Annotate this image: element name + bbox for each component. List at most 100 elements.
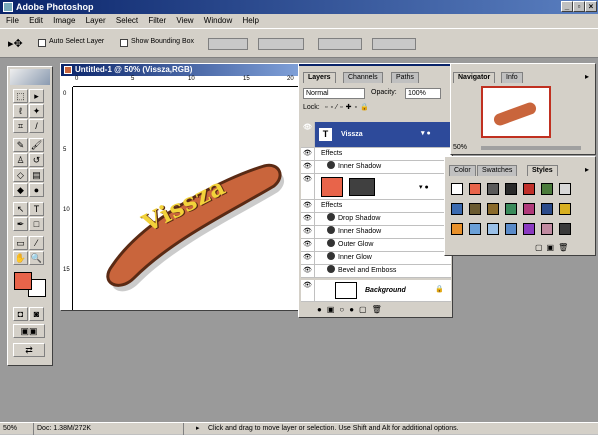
tab-styles[interactable]: Styles: [527, 165, 558, 176]
standard-mode-icon[interactable]: ◘: [13, 307, 28, 321]
eyedropper-tool-icon[interactable]: ⁄: [29, 236, 44, 250]
quickmask-mode-icon[interactable]: ◙: [29, 307, 44, 321]
eye-icon[interactable]: 👁: [301, 213, 315, 225]
move-tool-icon[interactable]: ▸: [29, 89, 44, 103]
menu-filter[interactable]: Filter: [148, 16, 166, 25]
dodge-tool-icon[interactable]: ●: [29, 183, 44, 197]
effect-row[interactable]: 👁 Inner Shadow: [301, 161, 451, 174]
magic-wand-tool-icon[interactable]: ✦: [29, 104, 44, 118]
menu-file[interactable]: File: [6, 16, 19, 25]
style-swatch[interactable]: [541, 203, 553, 215]
type-tool-icon[interactable]: T: [29, 202, 44, 216]
blur-tool-icon[interactable]: ◆: [13, 183, 28, 197]
minimize-button[interactable]: _: [561, 1, 573, 12]
style-swatch[interactable]: [559, 223, 571, 235]
style-swatch[interactable]: [469, 203, 481, 215]
align-top-buttons[interactable]: [208, 38, 248, 50]
style-swatch[interactable]: [523, 223, 535, 235]
style-swatch[interactable]: [541, 223, 553, 235]
tab-navigator[interactable]: Navigator: [453, 72, 496, 83]
menu-view[interactable]: View: [176, 16, 193, 25]
eye-icon[interactable]: 👁: [301, 200, 315, 212]
eye-icon[interactable]: 👁: [301, 280, 315, 301]
bounding-box-checkbox[interactable]: [120, 39, 128, 47]
opacity-field[interactable]: 100%: [405, 88, 441, 99]
eye-icon[interactable]: 👁: [301, 226, 315, 238]
style-swatch[interactable]: [487, 223, 499, 235]
eraser-tool-icon[interactable]: ◇: [13, 168, 28, 182]
path-select-tool-icon[interactable]: ↖: [13, 202, 28, 216]
layer-background[interactable]: 👁 Background 🔒: [301, 280, 451, 302]
tab-layers[interactable]: Layers: [303, 72, 336, 83]
tab-channels[interactable]: Channels: [343, 72, 383, 83]
zoom-slider[interactable]: [481, 146, 581, 150]
style-swatch[interactable]: [487, 183, 499, 195]
slice-tool-icon[interactable]: /: [29, 119, 44, 133]
layer-vissza[interactable]: 👁 T Vissza ▾ ●: [301, 122, 451, 148]
pen-tool-icon[interactable]: ✒: [13, 217, 28, 231]
gradient-tool-icon[interactable]: ▤: [29, 168, 44, 182]
effects-toggle-icon[interactable]: ▾ ●: [421, 128, 431, 140]
menu-layer[interactable]: Layer: [86, 16, 106, 25]
menu-help[interactable]: Help: [242, 16, 258, 25]
auto-select-checkbox[interactable]: [38, 39, 46, 47]
style-swatch[interactable]: [505, 183, 517, 195]
effect-row[interactable]: 👁 Inner Shadow: [301, 226, 451, 239]
brush-tool-icon[interactable]: 🖌: [29, 138, 44, 152]
imageready-jump-icon[interactable]: ⇄: [13, 343, 45, 357]
align-center-buttons[interactable]: [258, 38, 304, 50]
tab-info[interactable]: Info: [501, 72, 523, 83]
style-swatch[interactable]: [451, 203, 463, 215]
lasso-tool-icon[interactable]: ℓ: [13, 104, 28, 118]
style-swatch[interactable]: [451, 223, 463, 235]
eye-icon[interactable]: 👁: [301, 265, 315, 277]
style-swatch[interactable]: [469, 223, 481, 235]
eye-icon[interactable]: 👁: [301, 122, 315, 147]
distribute-buttons[interactable]: [372, 38, 416, 50]
screen-mode-icon[interactable]: ▣▣: [13, 324, 45, 338]
zoom-tool-icon[interactable]: 🔍: [29, 251, 44, 265]
effect-row[interactable]: 👁 Inner Glow: [301, 252, 451, 265]
healing-tool-icon[interactable]: ✎: [13, 138, 28, 152]
styles-footer-buttons[interactable]: ▢▣🗑: [535, 243, 572, 252]
status-doc-size[interactable]: Doc: 1.38M/272K: [34, 423, 184, 435]
panel-menu-icon[interactable]: ▸: [585, 165, 589, 174]
close-button[interactable]: ×: [585, 1, 597, 12]
style-swatch[interactable]: [541, 183, 553, 195]
align-bottom-buttons[interactable]: [318, 38, 362, 50]
layers-footer-buttons[interactable]: ●▣○●▢🗑: [317, 305, 387, 314]
menu-window[interactable]: Window: [204, 16, 232, 25]
style-swatch[interactable]: [505, 203, 517, 215]
style-swatch[interactable]: [487, 203, 499, 215]
navigator-preview[interactable]: [481, 86, 551, 138]
effect-row[interactable]: 👁 Bevel and Emboss: [301, 265, 451, 278]
effects-toggle-icon[interactable]: ▾ ●: [419, 182, 429, 194]
menu-select[interactable]: Select: [116, 16, 138, 25]
effect-row[interactable]: 👁 Drop Shadow: [301, 213, 451, 226]
tab-paths[interactable]: Paths: [391, 72, 419, 83]
menu-image[interactable]: Image: [53, 16, 75, 25]
crop-tool-icon[interactable]: ⌗: [13, 119, 28, 133]
style-swatch[interactable]: [523, 203, 535, 215]
layer-shape[interactable]: 👁 ▾ ●: [301, 174, 451, 200]
menu-edit[interactable]: Edit: [29, 16, 43, 25]
style-swatch[interactable]: [469, 183, 481, 195]
eye-icon[interactable]: 👁: [301, 239, 315, 251]
effect-row[interactable]: 👁 Outer Glow: [301, 239, 451, 252]
blend-mode-select[interactable]: Normal: [303, 88, 365, 99]
panel-menu-icon[interactable]: ▸: [585, 72, 589, 81]
navigator-zoom[interactable]: 50%: [453, 144, 467, 151]
style-swatch[interactable]: [559, 183, 571, 195]
eye-icon[interactable]: 👁: [301, 252, 315, 264]
tab-swatches[interactable]: Swatches: [477, 165, 518, 176]
style-swatch[interactable]: [505, 223, 517, 235]
style-swatch[interactable]: [451, 183, 463, 195]
marquee-tool-icon[interactable]: ⬚: [13, 89, 28, 103]
eye-icon[interactable]: 👁: [301, 161, 315, 173]
style-swatch[interactable]: [559, 203, 571, 215]
hand-tool-icon[interactable]: ✋: [13, 251, 28, 265]
status-zoom[interactable]: 50%: [0, 423, 34, 435]
stamp-tool-icon[interactable]: ♙: [13, 153, 28, 167]
notes-tool-icon[interactable]: ▭: [13, 236, 28, 250]
style-swatch[interactable]: [523, 183, 535, 195]
